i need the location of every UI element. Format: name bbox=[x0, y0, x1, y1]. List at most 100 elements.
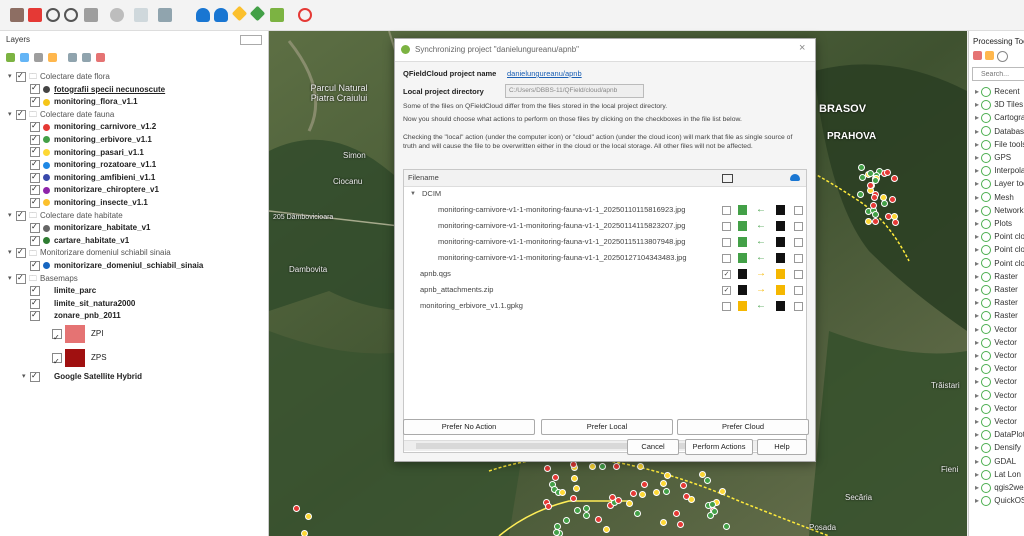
layer-row[interactable]: limite_sit_natura2000 bbox=[30, 297, 135, 310]
map-feature-point[interactable] bbox=[857, 190, 865, 198]
layer-row[interactable]: ▾ Google Satellite Hybrid bbox=[22, 370, 142, 383]
processing-results-icon[interactable] bbox=[997, 51, 1008, 62]
layer-visibility-checkbox[interactable] bbox=[30, 183, 40, 196]
map-feature-point[interactable] bbox=[589, 462, 597, 470]
perform-actions-button[interactable]: Perform Actions bbox=[685, 439, 753, 455]
map-feature-point[interactable] bbox=[582, 504, 590, 512]
layer-group-row[interactable]: ▾ 🗀Colectare date flora bbox=[8, 70, 110, 83]
tools-icon[interactable] bbox=[270, 8, 284, 22]
local-action-checkbox[interactable] bbox=[722, 222, 731, 231]
map-feature-point[interactable] bbox=[883, 168, 891, 176]
legend-class-row[interactable]: ZPI bbox=[52, 323, 103, 349]
map-feature-point[interactable] bbox=[677, 520, 685, 528]
layer-row[interactable]: monitoring_rozatoare_v1.1 bbox=[30, 158, 156, 171]
file-row[interactable]: monitoring_erbivore_v1.1.gpkg ← bbox=[404, 298, 806, 314]
processing-provider-item[interactable]: ▸ Vector bbox=[975, 375, 1017, 388]
open-layer-styling-icon[interactable] bbox=[6, 53, 15, 62]
processing-provider-item[interactable]: ▸ Raster bbox=[975, 309, 1018, 322]
layer-visibility-checkbox[interactable] bbox=[16, 108, 26, 120]
map-feature-point[interactable] bbox=[879, 194, 887, 202]
processing-provider-item[interactable]: ▸ Vector bbox=[975, 362, 1017, 375]
map-feature-point[interactable] bbox=[640, 480, 648, 488]
layer-group-row[interactable]: ▾ 🗀Colectare date fauna bbox=[8, 108, 114, 121]
layer-visibility-checkbox[interactable] bbox=[16, 209, 26, 221]
cloud-action-checkbox[interactable] bbox=[794, 302, 803, 311]
map-feature-point[interactable] bbox=[891, 219, 899, 227]
processing-provider-item[interactable]: ▸ Point cloud bbox=[975, 230, 1024, 243]
processing-provider-item[interactable]: ▸ Cartography bbox=[975, 111, 1024, 124]
layer-visibility-checkbox[interactable] bbox=[30, 284, 40, 297]
local-dir-field[interactable]: C:/Users/DBBS-11/QField/cloud/apnb bbox=[505, 84, 644, 98]
map-feature-point[interactable] bbox=[891, 212, 899, 220]
processing-provider-item[interactable]: ▸ Plots bbox=[975, 217, 1012, 230]
processing-provider-item[interactable]: ▸ Interpolation bbox=[975, 164, 1024, 177]
processing-provider-item[interactable]: ▸ Lat Lon bbox=[975, 468, 1021, 481]
processing-provider-item[interactable]: ▸ Vector bbox=[975, 349, 1017, 362]
file-row[interactable]: monitoring-carnivore-v1-1-monitoring-fau… bbox=[404, 202, 806, 218]
processing-provider-item[interactable]: ▸ QuickOSM bbox=[975, 494, 1024, 507]
map-feature-point[interactable] bbox=[652, 488, 660, 496]
help-button[interactable]: Help bbox=[757, 439, 807, 455]
qfieldcloud-icon[interactable] bbox=[196, 8, 210, 22]
layer-row[interactable]: cartare_habitate_v1 bbox=[30, 234, 129, 247]
layer-visibility-checkbox[interactable] bbox=[16, 272, 26, 284]
layer-visibility-checkbox[interactable] bbox=[52, 351, 62, 373]
open-project-icon[interactable] bbox=[10, 8, 24, 22]
layer-visibility-checkbox[interactable] bbox=[30, 309, 40, 322]
map-feature-point[interactable] bbox=[544, 503, 552, 511]
layer-group-row[interactable]: ▾ 🗀Monitorizare domeniul schiabil sinaia bbox=[8, 246, 171, 259]
processing-provider-item[interactable]: ▸ Recent bbox=[975, 85, 1020, 98]
expand-arrow-icon[interactable]: ▾ bbox=[8, 273, 16, 285]
processing-provider-item[interactable]: ▸ Raster bbox=[975, 296, 1018, 309]
local-action-checkbox[interactable] bbox=[722, 206, 731, 215]
processing-provider-item[interactable]: ▸ Vector bbox=[975, 402, 1017, 415]
qfieldcloud-sync-icon[interactable] bbox=[214, 8, 228, 22]
dialog-close-icon[interactable]: × bbox=[799, 42, 805, 54]
layer-visibility-checkbox[interactable] bbox=[30, 82, 40, 95]
processing-gear-icon[interactable] bbox=[973, 51, 982, 60]
map-feature-point[interactable] bbox=[708, 500, 716, 508]
layer-row[interactable]: monitoring_amfibieni_v1.1 bbox=[30, 171, 155, 184]
new-project-icon[interactable] bbox=[28, 8, 42, 22]
layer-group-row[interactable]: ▾ 🗀Colectare date habitate bbox=[8, 209, 123, 222]
layer-row[interactable]: fotografii specii necunoscute bbox=[30, 82, 165, 96]
map-feature-point[interactable] bbox=[598, 462, 606, 470]
layer-row[interactable]: limite_parc bbox=[30, 284, 96, 297]
processing-provider-item[interactable]: ▸ GPS bbox=[975, 151, 1011, 164]
layer-visibility-checkbox[interactable] bbox=[16, 246, 26, 259]
map-feature-point[interactable] bbox=[300, 529, 308, 536]
map-feature-point[interactable] bbox=[629, 490, 637, 498]
layer-visibility-checkbox[interactable] bbox=[16, 70, 26, 82]
layer-visibility-checkbox[interactable] bbox=[30, 196, 40, 208]
map-feature-point[interactable] bbox=[687, 496, 695, 504]
local-action-checkbox[interactable] bbox=[722, 254, 731, 263]
layer-visibility-checkbox[interactable] bbox=[30, 145, 40, 158]
layer-row[interactable]: zonare_pnb_2011 bbox=[30, 309, 121, 322]
expand-arrow-icon[interactable]: ▾ bbox=[8, 247, 16, 259]
zoom-in-icon[interactable] bbox=[46, 8, 60, 22]
processing-search-input[interactable] bbox=[972, 67, 1024, 81]
map-feature-point[interactable] bbox=[569, 494, 577, 502]
processing-provider-item[interactable]: ▸ Vector bbox=[975, 415, 1017, 428]
processing-provider-item[interactable]: ▸ Raster bbox=[975, 283, 1018, 296]
file-row[interactable]: monitoring-carnivore-v1-1-monitoring-fau… bbox=[404, 218, 806, 234]
map-feature-point[interactable] bbox=[857, 163, 865, 171]
cloud-action-checkbox[interactable] bbox=[794, 286, 803, 295]
processing-provider-item[interactable]: ▸ Vector bbox=[975, 389, 1017, 402]
layer-visibility-checkbox[interactable] bbox=[30, 158, 40, 171]
layer-row[interactable]: monitoring_erbivore_v1.1 bbox=[30, 133, 152, 146]
file-row[interactable]: apnb_attachments.zip ✓ → bbox=[404, 282, 806, 298]
expand-all-icon[interactable] bbox=[68, 53, 77, 62]
cancel-button[interactable]: Cancel bbox=[627, 439, 679, 455]
zoom-out-icon[interactable] bbox=[64, 8, 78, 22]
layer-row[interactable]: monitoring_flora_v1.1 bbox=[30, 95, 138, 108]
layer-visibility-checkbox[interactable] bbox=[30, 370, 40, 382]
layer-row[interactable]: monitorizare_domeniul_schiabil_sinaia bbox=[30, 259, 203, 272]
local-action-checkbox[interactable]: ✓ bbox=[722, 270, 731, 279]
map-feature-point[interactable] bbox=[633, 510, 641, 518]
prefer-cloud-button[interactable]: Prefer Cloud bbox=[677, 419, 809, 435]
map-feature-point[interactable] bbox=[562, 516, 570, 524]
processing-provider-item[interactable]: ▸ qgis2web bbox=[975, 481, 1024, 494]
project-name-link[interactable]: danielungureanu/apnb bbox=[507, 69, 582, 78]
map-feature-point[interactable] bbox=[869, 202, 877, 210]
